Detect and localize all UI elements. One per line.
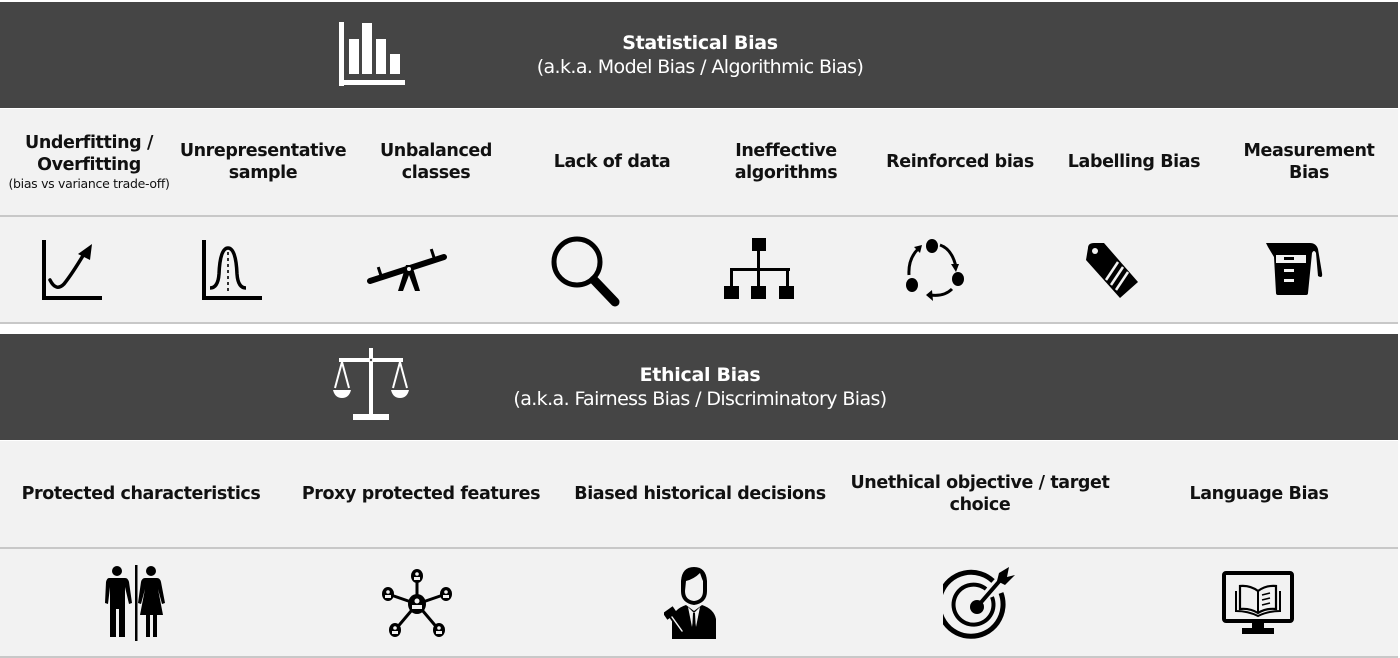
bias-type-labelling-bias: Labelling Bias [1048, 109, 1220, 215]
icon-cell [1024, 217, 1200, 322]
icon-cell [674, 217, 848, 322]
bias-label: Measurement [1243, 141, 1375, 161]
scales-icon [333, 348, 409, 422]
bar-chart-icon [338, 22, 406, 86]
cycle-icon [904, 237, 968, 303]
icon-cell [1118, 549, 1398, 656]
bias-type-unethical-objective: Unethical objective / target choice [840, 441, 1120, 547]
target-icon [943, 566, 1015, 639]
man-woman-icon [105, 564, 169, 641]
icon-cell [560, 549, 840, 656]
bias-type-measurement-bias: Measurement Bias [1220, 109, 1398, 215]
statistical-bias-title: Statistical Bias [622, 32, 778, 54]
icon-cell [496, 217, 674, 322]
bias-label: Protected characteristics [21, 484, 261, 504]
bias-label: Reinforced bias [886, 152, 1034, 172]
icon-cell [1200, 217, 1398, 322]
icon-cell [840, 549, 1118, 656]
bias-type-biased-historical-decisions: Biased historical decisions [560, 441, 840, 547]
icon-cell [274, 549, 560, 656]
bias-label: classes [401, 163, 471, 183]
bias-type-protected-characteristics: Protected characteristics [0, 441, 282, 547]
bias-label: Proxy protected features [301, 484, 541, 504]
bias-note: (bias vs variance trade-off) [8, 176, 170, 191]
bias-label: Unbalanced [379, 141, 493, 161]
bias-label: Overfitting [37, 155, 141, 175]
hierarchy-icon [724, 237, 798, 302]
bias-type-ineffective-algorithms: Ineffective algorithms [700, 109, 872, 215]
bias-type-unrepresentative-sample: Unrepresentative sample [178, 109, 348, 215]
bias-type-underfitting-overfitting: Underfitting / Overfitting (bias vs vari… [0, 109, 178, 215]
statistical-bias-header: Statistical Bias (a.k.a. Model Bias / Al… [0, 2, 1398, 108]
measuring-jug-icon [1266, 242, 1332, 297]
monitor-book-icon [1222, 570, 1294, 635]
icon-cell [0, 549, 274, 656]
ethical-bias-icons-row [0, 549, 1398, 658]
icon-cell [320, 217, 496, 322]
bias-type-language-bias: Language Bias [1120, 441, 1398, 547]
tag-icon [1084, 242, 1140, 298]
bias-label: Ineffective [735, 141, 837, 161]
statistical-bias-labels-row: Underfitting / Overfitting (bias vs vari… [0, 109, 1398, 217]
bias-label: Underfitting / [25, 133, 153, 153]
icon-cell [848, 217, 1024, 322]
ethical-bias-labels-row: Protected characteristics Proxy protecte… [0, 441, 1398, 549]
statistical-bias-subtitle: (a.k.a. Model Bias / Algorithmic Bias) [536, 56, 864, 78]
bias-label: Unrepresentative [179, 141, 347, 161]
statistical-bias-icons-row [0, 217, 1398, 324]
magnifier-icon [547, 232, 623, 308]
bias-label: Language Bias [1189, 484, 1329, 504]
icon-cell [0, 217, 144, 322]
judge-icon [664, 566, 736, 639]
curve-chart-icon [40, 238, 104, 302]
bias-type-reinforced-bias: Reinforced bias [872, 109, 1048, 215]
bias-label: algorithms [734, 163, 838, 183]
seesaw-icon [366, 245, 450, 295]
bell-curve-icon [200, 238, 264, 302]
bias-label: sample [228, 163, 298, 183]
bias-type-lack-of-data: Lack of data [524, 109, 700, 215]
bias-label: Unethical objective / target [850, 473, 1110, 493]
icon-cell [144, 217, 320, 322]
bias-type-unbalanced-classes: Unbalanced classes [348, 109, 524, 215]
bias-label: Bias [1289, 163, 1329, 183]
ethical-bias-title: Ethical Bias [639, 364, 761, 386]
ethical-bias-header: Ethical Bias (a.k.a. Fairness Bias / Dis… [0, 334, 1398, 440]
bias-label: Lack of data [553, 152, 671, 172]
bias-label: Labelling Bias [1067, 152, 1201, 172]
bias-label: choice [949, 495, 1011, 515]
network-people-icon [381, 568, 453, 638]
bias-label: Biased historical decisions [574, 484, 826, 504]
bias-type-proxy-protected-features: Proxy protected features [282, 441, 560, 547]
ethical-bias-subtitle: (a.k.a. Fairness Bias / Discriminatory B… [513, 388, 887, 410]
